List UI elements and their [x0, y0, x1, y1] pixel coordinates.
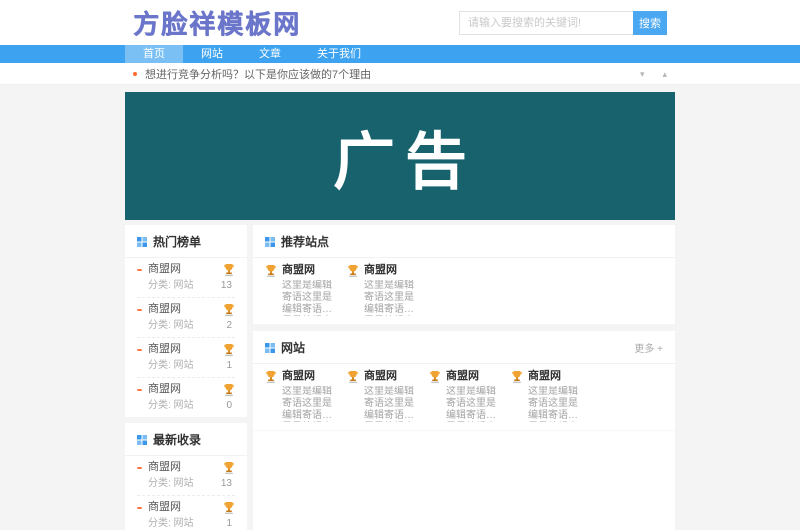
trophy-icon [223, 304, 235, 316]
site-description: 这里是编辑寄语这里是编辑寄语这里是编辑寄语这里是编辑寄语 [446, 386, 496, 421]
dash-bullet-icon [137, 466, 142, 469]
site-card[interactable]: 商盟网 这里是编辑寄语这里是编辑寄语这里是编辑寄语这里是编辑寄语 [343, 369, 425, 422]
page: 方脸祥模板网 搜索 首页 网站 文章 关于我们 想进行竞争分析吗？以下是你应该做… [0, 0, 800, 530]
list-item[interactable]: 商盟网 分类: 网站 1 [137, 496, 235, 530]
site-description: 这里是编辑寄语这里是编辑寄语这里是编辑寄语这里是编辑寄语 [282, 280, 332, 315]
sidebar: 热门榜单 商盟网 分类: 网站 13 商盟网 分类: 网站 2 商盟网 分类: 网站… [125, 225, 247, 530]
nav-item-articles[interactable]: 文章 [241, 45, 299, 63]
site-card[interactable]: 商盟网 这里是编辑寄语这里是编辑寄语这里是编辑寄语这里是编辑寄语 [261, 263, 343, 316]
trophy-icon [223, 384, 235, 396]
site-name: 商盟网 [528, 370, 561, 382]
site-count: 1 [226, 360, 232, 371]
nav-item-about[interactable]: 关于我们 [299, 45, 379, 63]
site-name: 商盟网 [148, 461, 181, 473]
panel-hot-ranking: 热门榜单 商盟网 分类: 网站 13 商盟网 分类: 网站 2 商盟网 分类: 网站… [125, 225, 247, 417]
site-category: 分类: 网站 [148, 478, 194, 489]
list-item[interactable]: 商盟网 分类: 网站 0 [137, 378, 235, 417]
search-button[interactable]: 搜索 [633, 10, 667, 35]
grid-icon [265, 236, 275, 247]
trophy-icon [223, 502, 235, 514]
list-item[interactable]: 商盟网 分类: 网站 13 [137, 456, 235, 496]
panel-websites: 网站 更多 + 商盟网 这里是编辑寄语这里是编辑寄语这里是编辑寄语这里是编辑寄语… [253, 331, 675, 530]
site-logo[interactable]: 方脸祥模板网 [133, 4, 301, 41]
trophy-icon [223, 264, 235, 276]
trophy-icon [223, 344, 235, 356]
site-card[interactable]: 商盟网 这里是编辑寄语这里是编辑寄语这里是编辑寄语这里是编辑寄语 [343, 263, 425, 316]
site-count: 2 [226, 320, 232, 331]
site-name: 商盟网 [148, 343, 181, 355]
panel-title: 最新收录 [153, 433, 202, 447]
site-name: 商盟网 [148, 263, 181, 275]
site-category: 分类: 网站 [148, 518, 194, 529]
panel-title: 网站 [281, 341, 306, 355]
site-category: 分类: 网站 [148, 280, 194, 291]
dash-bullet-icon [137, 268, 142, 271]
dash-bullet-icon [137, 388, 142, 391]
ad-banner-text: 广告 [332, 129, 477, 197]
ad-banner[interactable]: 广告 [125, 92, 675, 220]
site-name: 商盟网 [148, 303, 181, 315]
site-description: 这里是编辑寄语这里是编辑寄语这里是编辑寄语这里是编辑寄语 [364, 280, 414, 315]
site-card[interactable]: 商盟网 这里是编辑寄语这里是编辑寄语这里是编辑寄语这里是编辑寄语 [425, 369, 507, 422]
site-name: 商盟网 [364, 370, 397, 382]
nav-item-home[interactable]: 首页 [125, 45, 183, 63]
main-nav: 首页 网站 文章 关于我们 [0, 45, 800, 63]
trophy-icon [265, 370, 277, 383]
dash-bullet-icon [137, 308, 142, 311]
trophy-icon [265, 264, 277, 277]
bullet-dot-icon [133, 72, 137, 76]
site-description: 这里是编辑寄语这里是编辑寄语这里是编辑寄语这里是编辑寄语 [282, 386, 332, 421]
trophy-icon [429, 370, 441, 383]
trophy-icon [347, 264, 359, 277]
notice-link[interactable]: 想进行竞争分析吗？以下是你应该做的7个理由 [145, 66, 371, 82]
search-box: 搜索 [459, 10, 667, 35]
search-input[interactable] [459, 10, 633, 35]
list-item[interactable]: 商盟网 分类: 网站 13 [137, 258, 235, 298]
site-description: 这里是编辑寄语这里是编辑寄语这里是编辑寄语这里是编辑寄语 [364, 386, 414, 421]
trophy-icon [511, 370, 523, 383]
list-item[interactable]: 商盟网 分类: 网站 2 [137, 298, 235, 338]
trophy-icon [347, 370, 359, 383]
site-name: 商盟网 [282, 264, 315, 276]
site-card[interactable]: 商盟网 这里是编辑寄语这里是编辑寄语这里是编辑寄语这里是编辑寄语 [261, 369, 343, 422]
site-card[interactable]: 商盟网 这里是编辑寄语这里是编辑寄语这里是编辑寄语这里是编辑寄语 [507, 369, 589, 422]
notice-bar: 想进行竞争分析吗？以下是你应该做的7个理由 ▾ ▴ [0, 63, 800, 85]
content: 热门榜单 商盟网 分类: 网站 13 商盟网 分类: 网站 2 商盟网 分类: 网站… [125, 225, 675, 530]
site-category: 分类: 网站 [148, 360, 194, 371]
dash-bullet-icon [137, 348, 142, 351]
list-item[interactable]: 商盟网 分类: 网站 1 [137, 338, 235, 378]
site-description: 这里是编辑寄语这里是编辑寄语这里是编辑寄语这里是编辑寄语 [528, 386, 578, 421]
panel-title: 热门榜单 [153, 235, 202, 249]
site-name: 商盟网 [148, 383, 181, 395]
site-category: 分类: 网站 [148, 400, 194, 411]
trophy-icon [223, 462, 235, 474]
panel-title: 推荐站点 [281, 235, 330, 249]
caret-up-icon[interactable]: ▴ [662, 69, 667, 79]
panel-latest-included: 最新收录 商盟网 分类: 网站 13 商盟网 分类: 网站 1 商盟网 分类: 网站… [125, 423, 247, 530]
grid-icon [137, 236, 147, 247]
site-name: 商盟网 [446, 370, 479, 382]
site-count: 1 [226, 518, 232, 529]
more-link[interactable]: 更多 + [634, 340, 663, 355]
dash-bullet-icon [137, 506, 142, 509]
site-count: 13 [220, 478, 232, 489]
site-header: 方脸祥模板网 搜索 [0, 0, 800, 45]
site-name: 商盟网 [364, 264, 397, 276]
site-category: 分类: 网站 [148, 320, 194, 331]
panel-recommended-sites: 推荐站点 商盟网 这里是编辑寄语这里是编辑寄语这里是编辑寄语这里是编辑寄语 商盟… [253, 225, 675, 325]
site-name: 商盟网 [282, 370, 315, 382]
main-column: 推荐站点 商盟网 这里是编辑寄语这里是编辑寄语这里是编辑寄语这里是编辑寄语 商盟… [253, 225, 675, 530]
site-name: 商盟网 [148, 501, 181, 513]
nav-item-sites[interactable]: 网站 [183, 45, 241, 63]
grid-icon [137, 434, 147, 445]
caret-down-icon[interactable]: ▾ [640, 69, 645, 79]
site-count: 13 [220, 280, 232, 291]
grid-icon [265, 342, 275, 353]
site-count: 0 [226, 400, 232, 411]
